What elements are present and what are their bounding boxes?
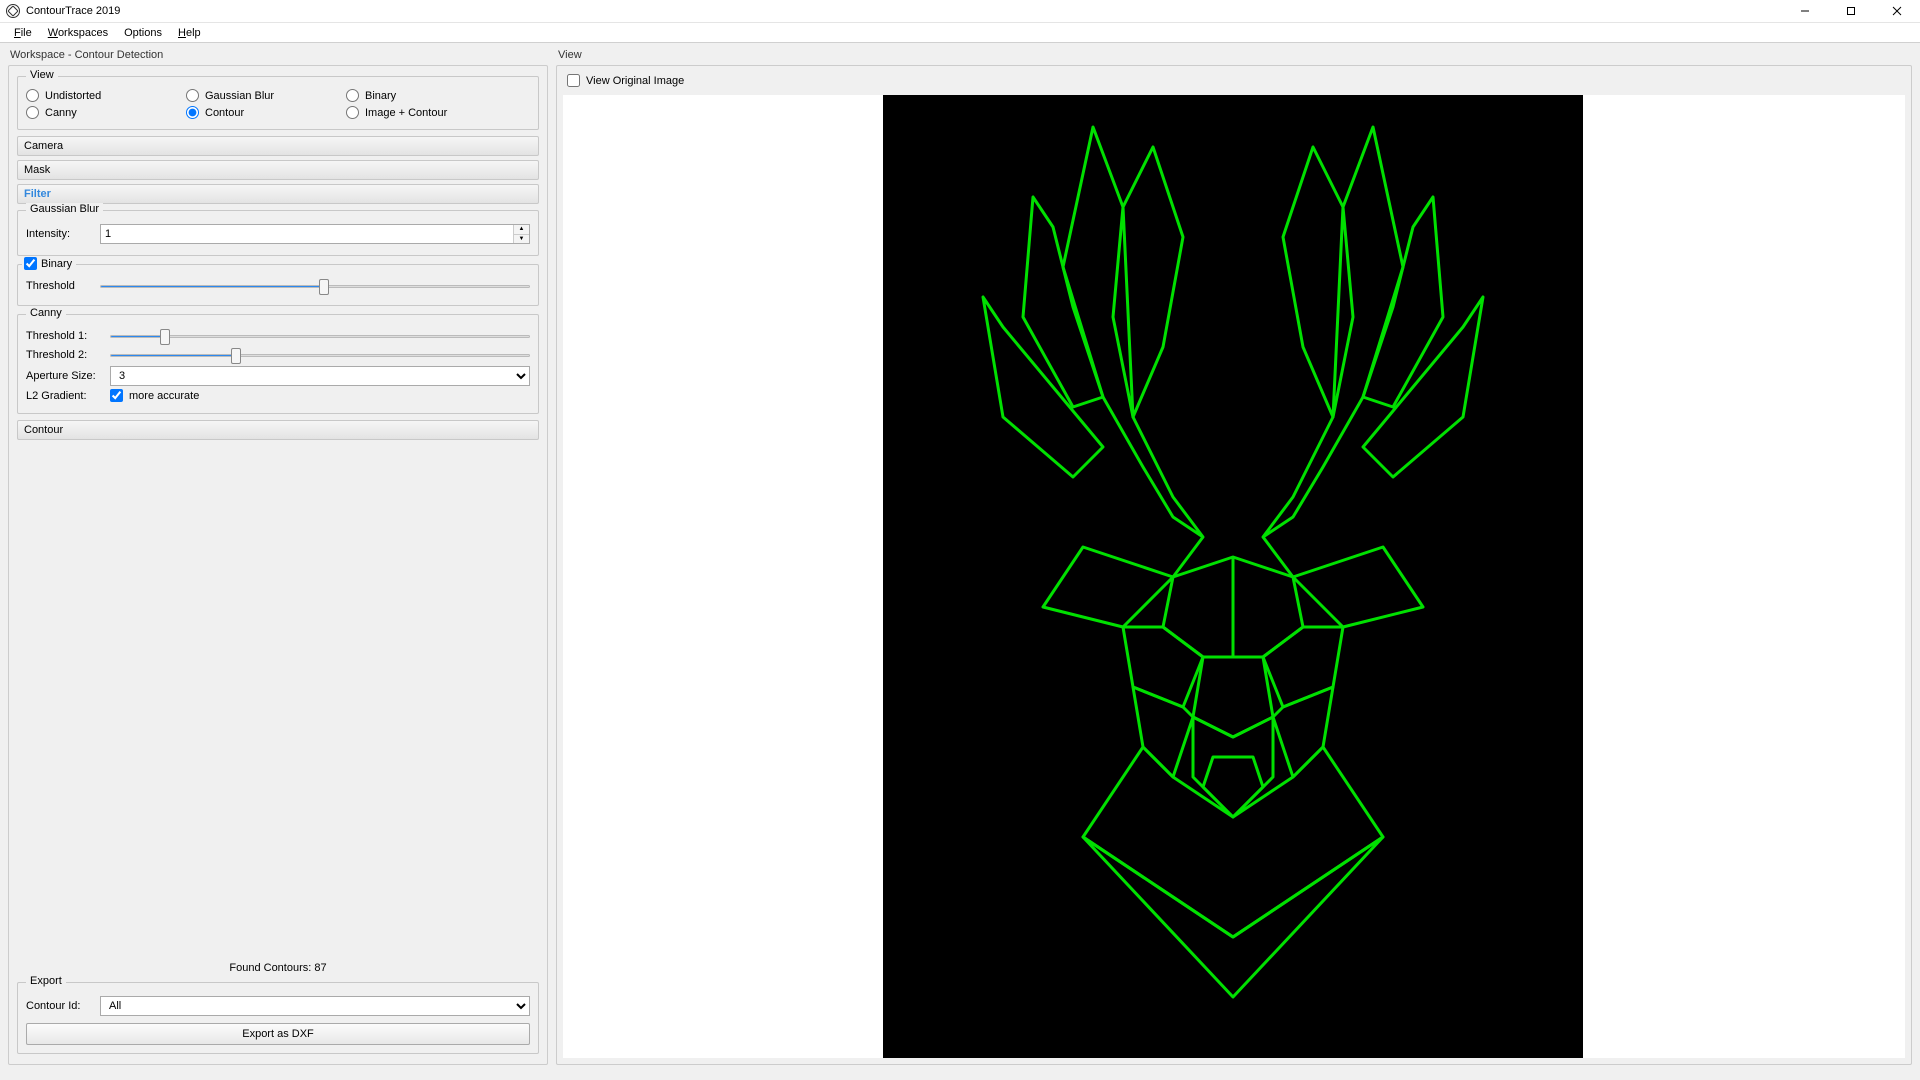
l2-checkbox[interactable] xyxy=(110,389,123,402)
radio-undistorted[interactable]: Undistorted xyxy=(26,87,186,104)
canny-group: Canny Threshold 1: Threshold 2: Aperture… xyxy=(17,314,539,414)
view-original-checkbox[interactable] xyxy=(567,74,580,87)
intensity-label: Intensity: xyxy=(26,228,94,240)
gaussian-title: Gaussian Blur xyxy=(26,203,103,215)
section-mask[interactable]: Mask xyxy=(17,160,539,180)
threshold-label: Threshold xyxy=(26,280,94,292)
gaussian-group: Gaussian Blur Intensity: ▲▼ xyxy=(17,210,539,256)
binary-title: Binary xyxy=(22,257,76,270)
title-bar: ContourTrace 2019 xyxy=(0,0,1920,23)
export-dxf-button[interactable]: Export as DXF xyxy=(26,1023,530,1045)
radio-canny[interactable]: Canny xyxy=(26,104,186,121)
deer-contour-icon xyxy=(973,117,1493,1037)
threshold-slider[interactable] xyxy=(100,278,530,294)
aperture-label: Aperture Size: xyxy=(26,370,104,382)
workspace-label: Workspace - Contour Detection xyxy=(8,47,548,65)
view-group-title: View xyxy=(26,69,58,81)
threshold2-slider[interactable] xyxy=(110,347,530,363)
canny-title: Canny xyxy=(26,307,66,319)
menu-bar: File Workspaces Options Help xyxy=(0,23,1920,43)
radio-binary[interactable]: Binary xyxy=(346,87,506,104)
view-original-checkbox-label[interactable]: View Original Image xyxy=(567,74,1901,87)
intensity-down-icon[interactable]: ▼ xyxy=(514,235,529,244)
radio-image-contour[interactable]: Image + Contour xyxy=(346,104,506,121)
section-camera[interactable]: Camera xyxy=(17,136,539,156)
section-filter[interactable]: Filter xyxy=(17,184,539,204)
threshold2-label: Threshold 2: xyxy=(26,349,104,361)
contour-render xyxy=(883,95,1583,1058)
menu-help[interactable]: Help xyxy=(170,25,209,41)
binary-group: Binary Threshold xyxy=(17,264,539,306)
contour-area: Found Contours: 87 xyxy=(17,444,539,980)
app-icon xyxy=(6,4,20,18)
minimize-button[interactable] xyxy=(1782,0,1828,23)
intensity-input[interactable] xyxy=(101,225,513,243)
workspace-panel: View Undistorted Gaussian Blur Binary Ca… xyxy=(8,65,548,1065)
contour-id-label: Contour Id: xyxy=(26,1000,94,1012)
found-contours-text: Found Contours: 87 xyxy=(229,962,326,974)
l2-checkbox-label[interactable]: more accurate xyxy=(110,389,199,402)
menu-options[interactable]: Options xyxy=(116,25,170,41)
export-group: Export Contour Id: All Export as DXF xyxy=(17,982,539,1054)
threshold1-label: Threshold 1: xyxy=(26,330,104,342)
radio-gaussian[interactable]: Gaussian Blur xyxy=(186,87,346,104)
close-button[interactable] xyxy=(1874,0,1920,23)
l2-label: L2 Gradient: xyxy=(26,390,104,402)
section-contour[interactable]: Contour xyxy=(17,420,539,440)
menu-file[interactable]: File xyxy=(6,25,40,41)
contour-id-select[interactable]: All xyxy=(100,996,530,1016)
view-group: View Undistorted Gaussian Blur Binary Ca… xyxy=(17,76,539,130)
view-canvas xyxy=(563,95,1905,1058)
radio-contour[interactable]: Contour xyxy=(186,104,346,121)
threshold1-slider[interactable] xyxy=(110,328,530,344)
menu-workspaces[interactable]: Workspaces xyxy=(40,25,116,41)
binary-checkbox[interactable] xyxy=(24,257,37,270)
aperture-select[interactable]: 3 xyxy=(110,366,530,386)
view-panel: View Original Image xyxy=(556,65,1912,1065)
maximize-button[interactable] xyxy=(1828,0,1874,23)
intensity-up-icon[interactable]: ▲ xyxy=(514,225,529,235)
export-title: Export xyxy=(26,975,66,987)
intensity-spinner[interactable]: ▲▼ xyxy=(100,224,530,244)
view-label: View xyxy=(556,47,1912,65)
app-title: ContourTrace 2019 xyxy=(26,5,1782,17)
